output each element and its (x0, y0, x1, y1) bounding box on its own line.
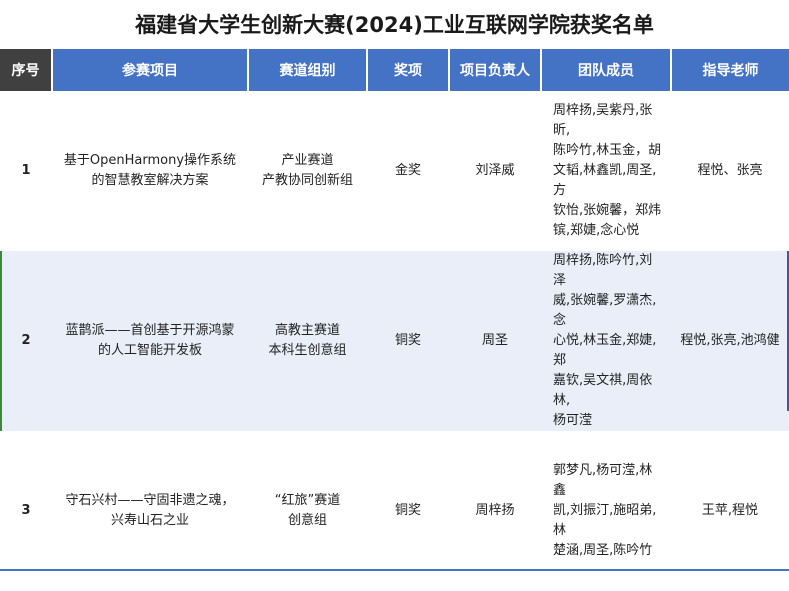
cell-project: 基于OpenHarmony操作系统 的智慧教室解决方案 (52, 91, 248, 251)
members-line: 陈吟竹,林玉金，胡 (553, 143, 662, 158)
cell-leader: 刘泽威 (475, 163, 515, 178)
members-line: 心悦,林玉金,郑婕,郑 (553, 333, 657, 368)
members-line: 钦怡,张婉馨，郑炜 (553, 203, 662, 218)
project-line: 的智慧教室解决方案 (91, 173, 209, 188)
cell-project: 守石兴村——守固非遗之魂， 兴寿山石之业 (52, 431, 248, 591)
cell-mentor: 王苹,程悦 (701, 503, 759, 518)
project-line: 蓝鹊派——首创基于开源鸿蒙 (65, 323, 235, 338)
members-line: 周梓扬,陈吟竹,刘泽 (553, 253, 653, 288)
cell-seq: 3 (21, 503, 31, 518)
members-line: 嘉钦,吴文祺,周依林, (553, 373, 653, 408)
project-line: 守石兴村——守固非遗之魂， (65, 493, 235, 508)
cell-track: “红旅”赛道 创意组 (248, 431, 367, 591)
project-line: 兴寿山石之业 (110, 513, 189, 528)
cell-seq: 1 (21, 163, 31, 178)
track-line: “红旅”赛道 (274, 493, 341, 508)
cell-project: 蓝鹊派——首创基于开源鸿蒙 的人工智能开发板 (52, 251, 248, 431)
page-title: 福建省大学生创新大赛(2024)工业互联网学院获奖名单 (135, 13, 654, 37)
header-project: 参赛项目 (52, 49, 249, 91)
track-line: 创意组 (287, 513, 327, 528)
members-line: 杨可滢 (553, 413, 593, 428)
members-line: 镔,郑婕,念心悦 (553, 223, 640, 238)
project-line: 的人工智能开发板 (97, 343, 202, 358)
cell-members: 周梓扬,吴紫丹,张昕, 陈吟竹,林玉金，胡 文韬,林鑫凯,周圣,方 钦怡,张婉馨… (541, 91, 671, 251)
cell-members: 郭梦凡,杨可滢,林鑫 凯,刘振汀,施昭弟,林 楚涵,周圣,陈吟竹 (541, 431, 671, 591)
cell-mentor: 程悦,张亮,池鸿健 (680, 333, 780, 348)
project-line: 基于OpenHarmony操作系统 (63, 153, 237, 168)
header-mentor: 指导老师 (671, 49, 789, 91)
header-seq: 序号 (0, 49, 53, 91)
members-line: 楚涵,周圣,陈吟竹 (553, 543, 653, 558)
header-award: 奖项 (367, 49, 450, 91)
awards-table: 序号 参赛项目 赛道组别 奖项 项目负责人 团队成员 指导老师 1 基于Open… (0, 49, 789, 591)
members-line: 凯,刘振汀,施昭弟,林 (553, 503, 657, 538)
cell-leader: 周圣 (481, 333, 508, 348)
track-line: 产业赛道 (281, 153, 334, 168)
track-line: 本科生创意组 (268, 343, 347, 358)
cell-award: 铜奖 (394, 333, 421, 348)
cell-leader: 周梓扬 (475, 503, 515, 518)
members-line: 郭梦凡,杨可滢,林鑫 (553, 463, 653, 498)
members-line: 文韬,林鑫凯,周圣,方 (553, 163, 657, 198)
table-row: 1 基于OpenHarmony操作系统 的智慧教室解决方案 产业赛道 产教协同创… (0, 91, 789, 251)
header-track: 赛道组别 (248, 49, 368, 91)
table-row: 3 守石兴村——守固非遗之魂， 兴寿山石之业 “红旅”赛道 创意组 铜奖 周梓扬… (0, 431, 789, 591)
cell-seq: 2 (0, 251, 52, 431)
track-line: 产教协同创新组 (261, 173, 353, 188)
table-row: 2 蓝鹊派——首创基于开源鸿蒙 的人工智能开发板 高教主赛道 本科生创意组 铜奖… (0, 251, 789, 431)
header-members: 团队成员 (541, 49, 672, 91)
members-line: 威,张婉馨,罗潇杰,念 (553, 293, 657, 328)
cell-track: 高教主赛道 本科生创意组 (248, 251, 367, 431)
track-line: 高教主赛道 (274, 323, 340, 338)
cell-track: 产业赛道 产教协同创新组 (248, 91, 367, 251)
table-header-row: 序号 参赛项目 赛道组别 奖项 项目负责人 团队成员 指导老师 (0, 49, 789, 91)
header-leader: 项目负责人 (449, 49, 542, 91)
cell-mentor: 程悦、张亮 (697, 163, 763, 178)
members-line: 周梓扬,吴紫丹,张昕, (553, 103, 653, 138)
cell-award: 铜奖 (394, 503, 421, 518)
cell-award: 金奖 (394, 163, 421, 178)
cell-members: 周梓扬,陈吟竹,刘泽 威,张婉馨,罗潇杰,念 心悦,林玉金,郑婕,郑 嘉钦,吴文… (541, 251, 671, 431)
